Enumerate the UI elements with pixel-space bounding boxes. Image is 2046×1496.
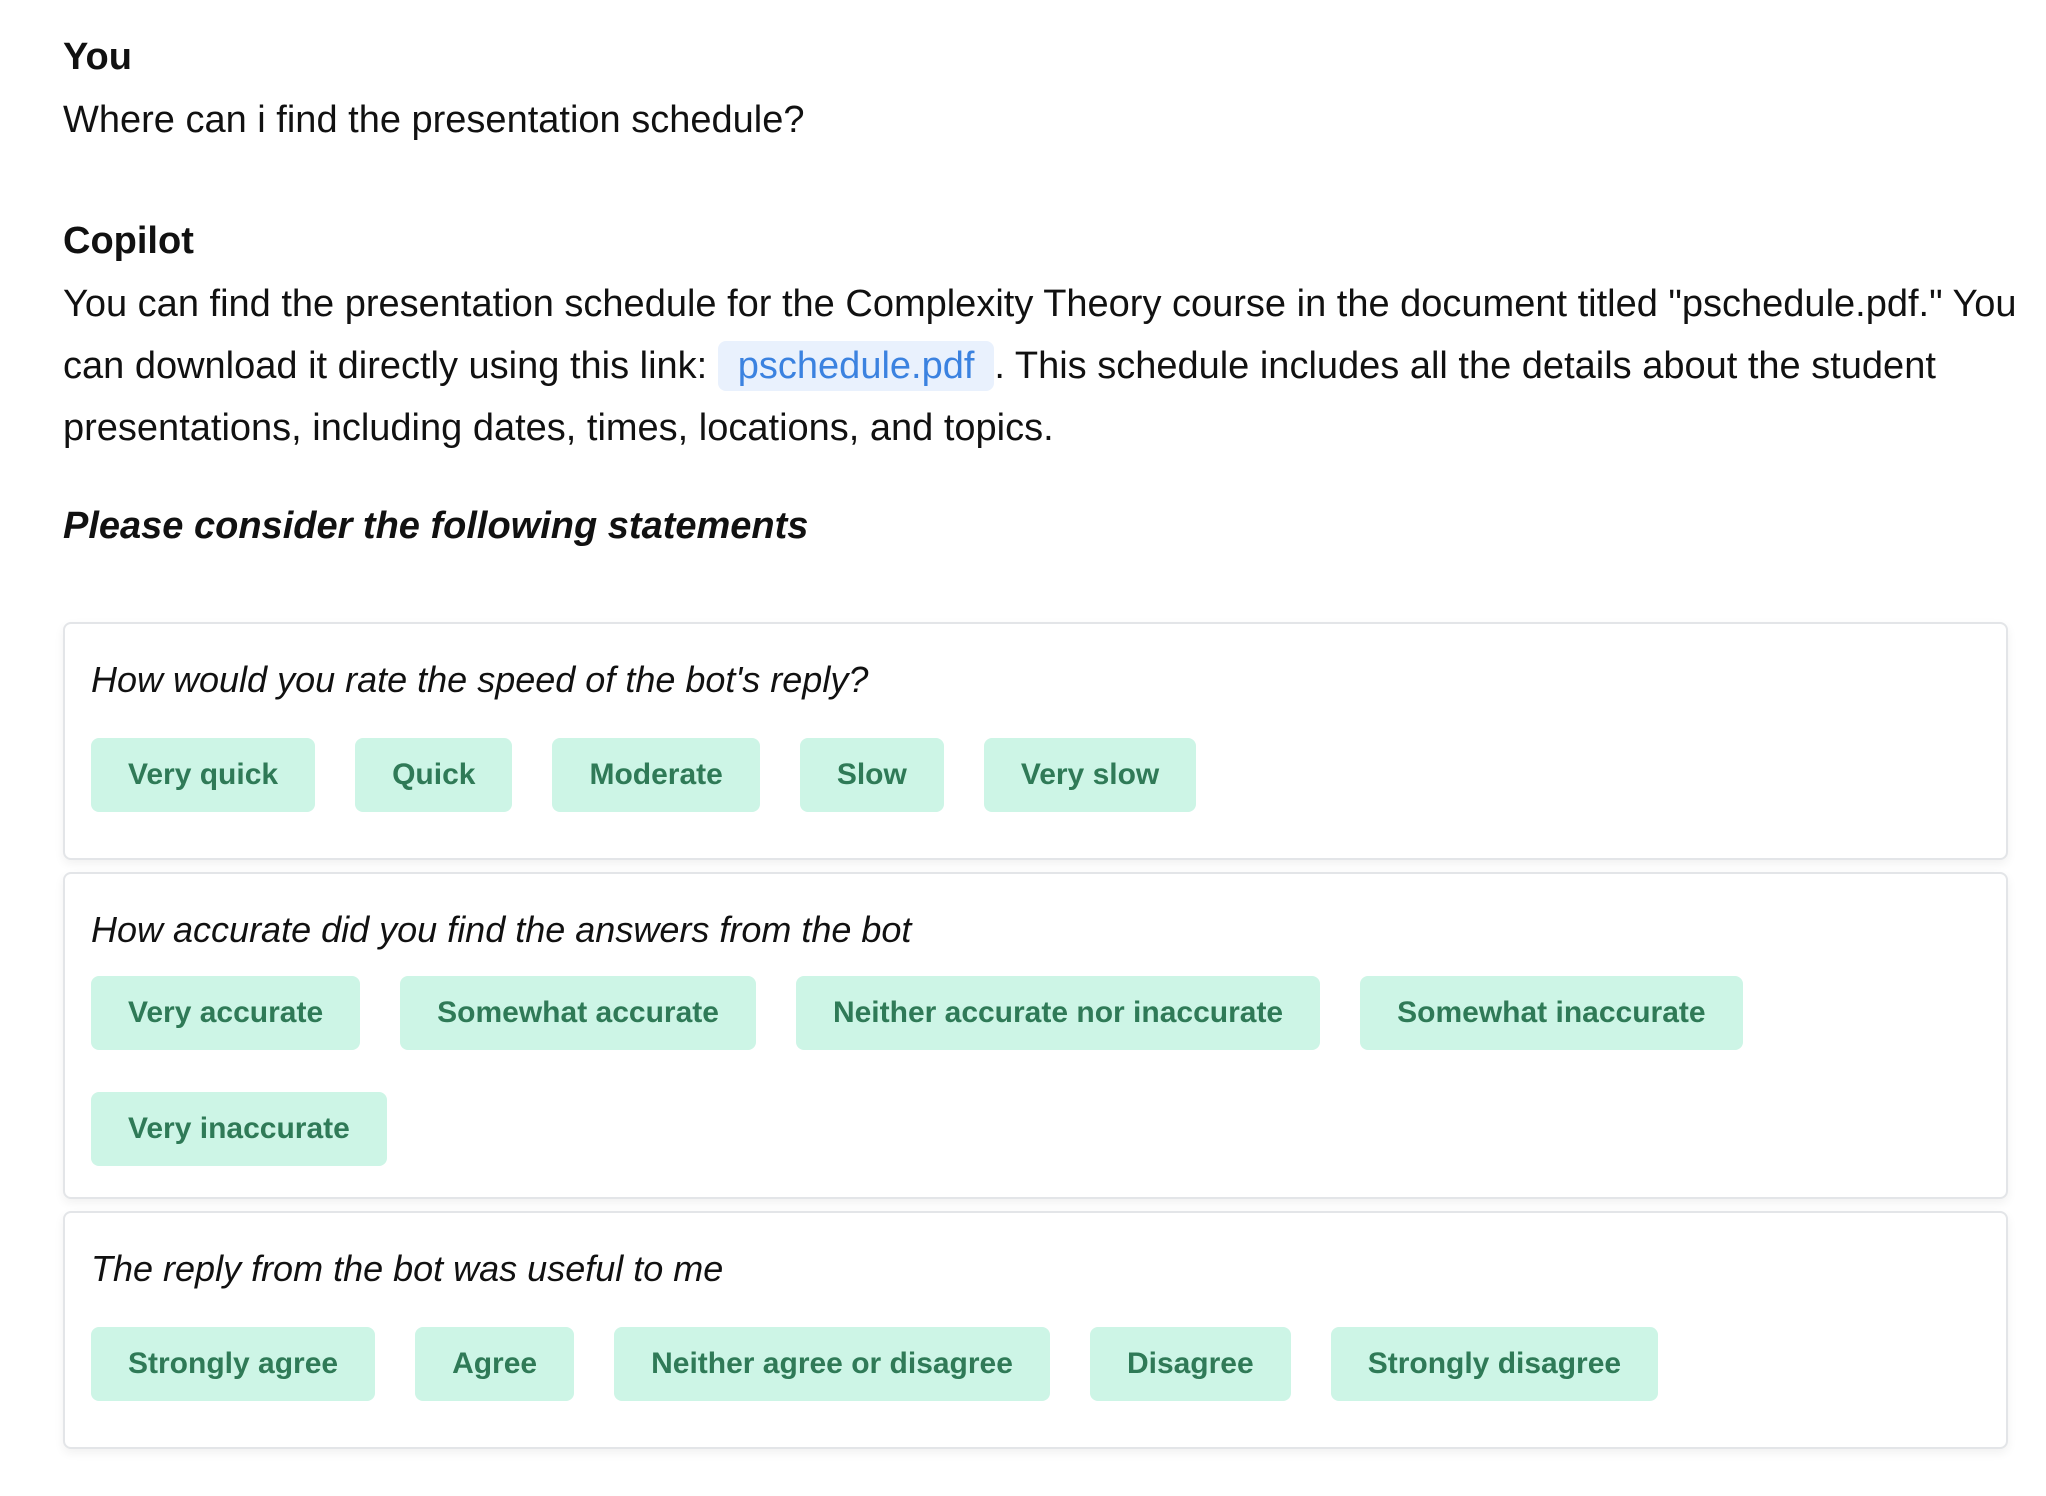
option-neither-agree-or-disagree[interactable]: Neither agree or disagree (614, 1327, 1050, 1401)
option-moderate[interactable]: Moderate (552, 738, 760, 812)
question-text: How accurate did you find the answers fr… (91, 909, 912, 950)
option-slow[interactable]: Slow (799, 738, 944, 812)
bot-label: Copilot (63, 220, 194, 262)
option-very-accurate[interactable]: Very accurate (91, 976, 361, 1050)
question-card-speed: How would you rate the speed of the bot'… (63, 622, 2008, 860)
survey-heading: Please consider the following statements (63, 505, 809, 547)
option-quick[interactable]: Quick (355, 738, 513, 812)
option-strongly-agree[interactable]: Strongly agree (91, 1327, 376, 1401)
user-label: You (63, 36, 132, 78)
question-text: The reply from the bot was useful to me (91, 1248, 724, 1289)
option-very-inaccurate[interactable]: Very inaccurate (91, 1092, 387, 1166)
option-agree[interactable]: Agree (415, 1327, 575, 1401)
pschedule-link[interactable]: pschedule.pdf (717, 341, 995, 391)
option-very-quick[interactable]: Very quick (91, 738, 316, 812)
question-card-accuracy: How accurate did you find the answers fr… (63, 872, 2008, 1199)
user-message: Where can i find the presentation schedu… (63, 99, 805, 141)
option-very-slow[interactable]: Very slow (983, 738, 1197, 812)
option-somewhat-inaccurate[interactable]: Somewhat inaccurate (1360, 976, 1743, 1050)
option-group: Very quick Quick Moderate Slow Very slow (91, 738, 1980, 812)
option-somewhat-accurate[interactable]: Somewhat accurate (400, 976, 756, 1050)
option-group: Very accurate Somewhat accurate Neither … (91, 976, 1980, 1166)
option-group: Strongly agree Agree Neither agree or di… (91, 1327, 1980, 1401)
option-disagree[interactable]: Disagree (1089, 1327, 1291, 1401)
option-strongly-disagree[interactable]: Strongly disagree (1330, 1327, 1659, 1401)
bot-message: You can find the presentation schedule f… (63, 273, 2023, 459)
question-card-usefulness: The reply from the bot was useful to me … (63, 1211, 2008, 1449)
question-text: How would you rate the speed of the bot'… (91, 659, 869, 700)
option-neither-accurate-nor-inaccurate[interactable]: Neither accurate nor inaccurate (795, 976, 1321, 1050)
